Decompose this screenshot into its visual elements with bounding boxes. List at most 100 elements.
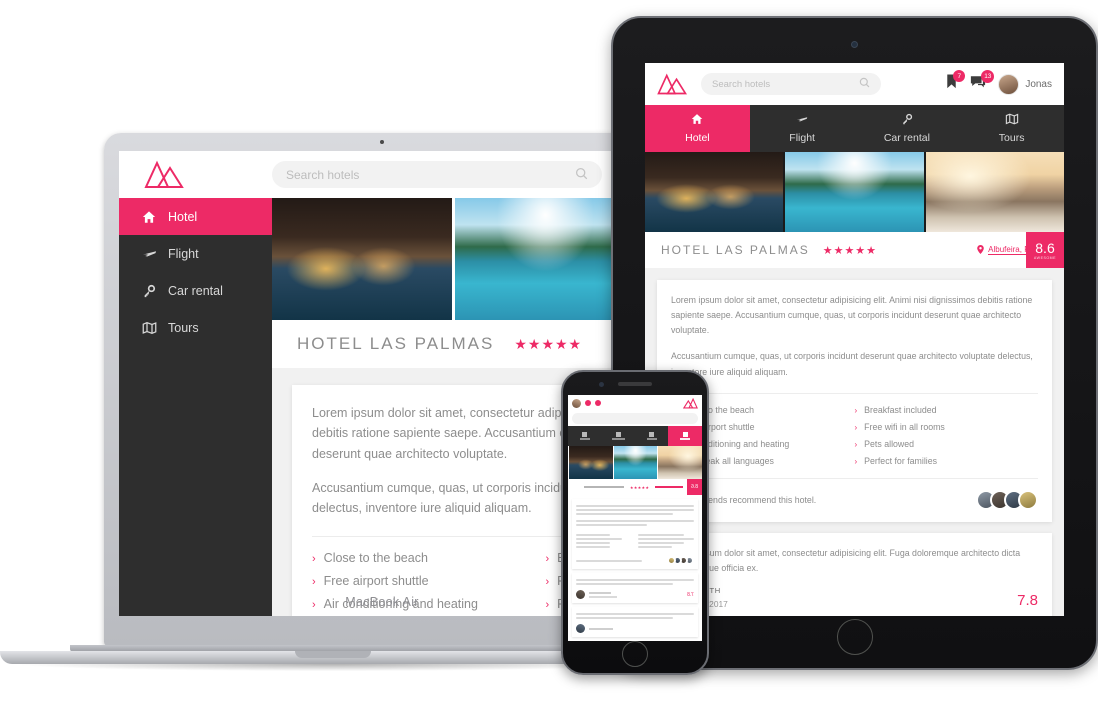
phone-camera-icon	[599, 382, 604, 387]
map-icon	[582, 432, 588, 438]
search-icon[interactable]	[575, 167, 588, 183]
feature-item[interactable]	[576, 546, 610, 548]
daytime-pool-umbrellas-photo[interactable]	[785, 152, 926, 232]
friends-avatars[interactable]	[667, 556, 694, 565]
sidebar-item-car-rental[interactable]: Car rental	[119, 272, 272, 309]
review-meta: NICK SMITH Feb 23rd, 2017 7.8	[671, 586, 1038, 609]
search-input[interactable]: Search hotels	[272, 161, 602, 188]
sidebar-item-label: Flight	[168, 246, 199, 261]
laptop-app-header: Search hotels	[119, 151, 645, 198]
home-icon	[682, 432, 688, 438]
review-card: 7.8	[572, 573, 698, 603]
laptop-shadow	[20, 664, 645, 671]
friends-avatars[interactable]	[976, 489, 1038, 510]
avatar	[576, 624, 585, 633]
feature-item[interactable]: › Close to the beach	[312, 551, 546, 565]
message-icon[interactable]	[595, 400, 601, 406]
review-score: 7.8	[687, 591, 694, 598]
review-score: 7.8	[1017, 591, 1038, 609]
feature-item[interactable]	[638, 546, 672, 548]
feature-item[interactable]	[638, 534, 684, 536]
feature-item[interactable]: › Free airport shuttle	[312, 574, 546, 588]
review-author	[589, 627, 613, 630]
review-author	[589, 591, 611, 594]
feature-item[interactable]: › Free wifi in all rooms	[855, 422, 1039, 432]
phone-home-button[interactable]	[622, 641, 648, 667]
sidebar-item-flight[interactable]: Flight	[119, 235, 272, 272]
messages-button[interactable]: 13	[970, 69, 995, 94]
search-input[interactable]	[572, 413, 698, 424]
tab-tours[interactable]	[568, 426, 602, 446]
tab-tours[interactable]: Tours	[959, 105, 1064, 152]
sidebar-item-label: Hotel	[168, 209, 198, 224]
feature-item[interactable]	[638, 538, 694, 540]
feature-item[interactable]	[576, 534, 610, 536]
key-icon	[142, 284, 168, 298]
description-line	[576, 513, 673, 515]
tab-flight[interactable]	[635, 426, 669, 446]
search-input[interactable]: Search hotels	[701, 73, 881, 95]
mountains-logo-icon[interactable]	[683, 397, 698, 409]
feature-label: Close to the beach	[323, 551, 428, 566]
review-meta	[576, 624, 694, 633]
sidebar-item-hotel[interactable]: Hotel	[119, 198, 272, 235]
cliffside-sunset-terrace-photo[interactable]	[657, 446, 702, 479]
description-line	[576, 509, 694, 511]
feature-item[interactable]	[576, 542, 610, 544]
feature-label: Pets allowed	[864, 438, 915, 449]
tab-label	[680, 438, 691, 440]
daytime-pool-umbrellas-photo[interactable]	[612, 446, 658, 479]
tablet-camera-icon	[850, 41, 858, 48]
star-rating: ★★★★★	[822, 244, 878, 257]
sidebar-item-tours[interactable]: Tours	[119, 309, 272, 346]
phone-app-header	[568, 395, 702, 411]
user-menu[interactable]: Jonas	[998, 73, 1052, 95]
bookmark-icon[interactable]	[585, 400, 591, 406]
feature-item[interactable]	[576, 538, 622, 540]
laptop-hotel-titlebar: HOTEL LAS PALMAS ★★★★★	[272, 320, 645, 368]
cliffside-sunset-terrace-photo[interactable]	[925, 152, 1064, 232]
night-pool-resort-photo[interactable]	[272, 198, 456, 320]
review-author-block	[589, 591, 617, 598]
bookmarks-button[interactable]: 7	[945, 70, 966, 94]
description-paragraph-1	[576, 505, 694, 507]
avatar	[667, 556, 676, 565]
sidebar-item-label: Tours	[168, 320, 199, 335]
feature-item[interactable]	[638, 542, 684, 544]
laptop-camera-icon	[380, 140, 384, 144]
description-paragraph-2: Accusantium cumque, quas, ut corporis in…	[671, 351, 1033, 377]
hotel-location[interactable]	[655, 486, 683, 488]
key-icon	[615, 432, 621, 438]
tab-flight[interactable]: Flight	[750, 105, 855, 152]
night-pool-resort-photo[interactable]	[568, 446, 613, 479]
plane-icon	[142, 246, 168, 261]
tab-car-rental[interactable]: Car rental	[855, 105, 960, 152]
feature-item[interactable]: › Pets allowed	[855, 439, 1039, 449]
status-badge: 7	[953, 70, 966, 82]
review-text-line	[576, 583, 673, 585]
night-pool-resort-photo[interactable]	[645, 152, 786, 232]
friends-recommendation	[576, 556, 694, 565]
tab-label: Car rental	[883, 132, 930, 144]
chevron-right-icon: ›	[854, 439, 858, 449]
tab-label	[579, 438, 590, 440]
friends-recommendation: 3 other friends recommend this hotel.	[671, 477, 1038, 510]
feature-item[interactable]: › Perfect for families	[855, 456, 1039, 466]
feature-item[interactable]: › Breakfast included	[855, 405, 1039, 415]
review-date	[589, 595, 617, 598]
sidebar-item-label: Car rental	[168, 283, 223, 298]
tab-label: Tours	[998, 132, 1025, 144]
tab-car-rental[interactable]	[602, 426, 636, 446]
features-list: › Close to the beach › Free airport shut…	[671, 392, 1039, 466]
avatar	[576, 590, 585, 599]
tablet-home-button[interactable]	[836, 619, 873, 655]
search-icon[interactable]	[859, 77, 870, 91]
chevron-right-icon: ›	[312, 576, 316, 589]
status-badge: 13	[981, 69, 995, 83]
logo[interactable]	[119, 160, 272, 190]
user-avatar[interactable]	[572, 398, 581, 408]
tab-hotel[interactable]: Hotel	[645, 105, 750, 152]
device-mockup-scene: Search hotels Hotel Flight Car rental To…	[0, 0, 1098, 702]
mountains-logo-icon[interactable]	[657, 73, 687, 96]
tab-hotel[interactable]	[668, 426, 702, 446]
